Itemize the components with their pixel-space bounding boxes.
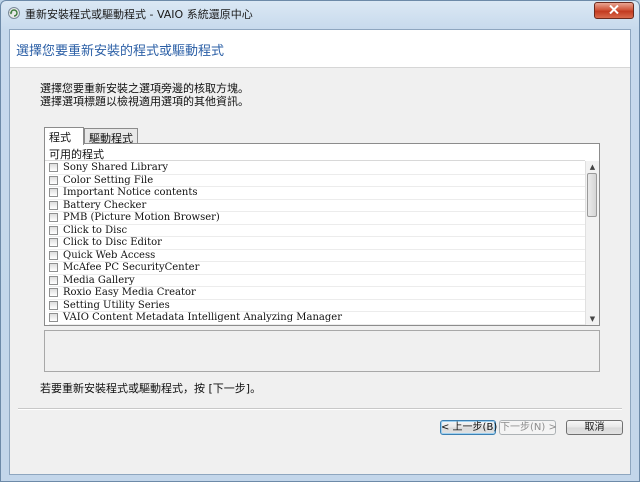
list-item[interactable]: Roxio Easy Media Creator (49, 287, 585, 300)
instruction-line-1: 選擇您要重新安裝之選項旁邊的核取方塊。 (40, 82, 249, 95)
close-icon (609, 4, 619, 17)
scroll-up-arrow-icon[interactable]: ▲ (586, 161, 599, 173)
header-banner: 選擇您要重新安裝的程式或驅動程式 (10, 30, 630, 68)
list-item[interactable]: Important Notice contents (49, 187, 585, 200)
tab-programs[interactable]: 程式 (44, 127, 84, 145)
list-item[interactable]: Media Gallery (49, 275, 585, 287)
item-label[interactable]: Important Notice contents (63, 187, 198, 199)
dialog-client-area: 選擇您要重新安裝的程式或驅動程式 選擇您要重新安裝之選項旁邊的核取方塊。 選擇選… (9, 29, 631, 475)
item-label[interactable]: Click to Disc (63, 225, 127, 237)
program-list: Sony Shared Library Color Setting File I… (49, 162, 585, 325)
list-item[interactable]: Click to Disc Editor (49, 237, 585, 250)
item-checkbox[interactable] (49, 200, 58, 210)
item-label[interactable]: Quick Web Access (63, 250, 155, 262)
page-title: 選擇您要重新安裝的程式或驅動程式 (16, 44, 225, 59)
vaio-app-icon (7, 6, 21, 20)
item-label[interactable]: Sony Shared Library (63, 162, 168, 174)
item-label[interactable]: Setting Utility Series (63, 300, 170, 312)
next-button[interactable]: 下一步(N) > (499, 420, 557, 435)
list-item[interactable]: Quick Web Access (49, 250, 585, 262)
item-checkbox[interactable] (49, 175, 58, 185)
item-label[interactable]: PMB (Picture Motion Browser) (63, 212, 220, 224)
item-label[interactable]: Media Gallery (63, 275, 135, 287)
list-item[interactable]: Setting Utility Series (49, 300, 585, 312)
list-item[interactable]: Sony Shared Library (49, 162, 585, 175)
item-checkbox[interactable] (49, 250, 58, 260)
list-item[interactable]: Color Setting File (49, 175, 585, 187)
list-item[interactable]: Battery Checker (49, 200, 585, 212)
item-checkbox[interactable] (49, 188, 58, 197)
list-header-divider (45, 160, 585, 161)
item-checkbox[interactable] (49, 225, 58, 235)
instructions: 選擇您要重新安裝之選項旁邊的核取方塊。 選擇選項標題以檢視適用選項的其他資訊。 (40, 82, 249, 108)
list-scrollbar[interactable]: ▲ ▼ (585, 161, 599, 325)
item-label[interactable]: McAfee PC SecurityCenter (63, 262, 199, 274)
cancel-button[interactable]: 取消 (566, 420, 623, 435)
item-label[interactable]: Click to Disc Editor (63, 237, 162, 249)
title-bar[interactable]: 重新安裝程式或驅動程式 - VAIO 系統還原中心 (1, 1, 639, 25)
footer-divider (18, 408, 622, 410)
tab-drivers[interactable]: 驅動程式 (84, 128, 138, 145)
list-item[interactable]: VAIO Content Metadata Intelligent Analyz… (49, 312, 585, 325)
scroll-thumb[interactable] (587, 173, 597, 217)
item-label[interactable]: Roxio Easy Media Creator (63, 287, 196, 299)
back-button[interactable]: < 上一步(B) (440, 420, 497, 435)
instruction-line-2: 選擇選項標題以檢視適用選項的其他資訊。 (40, 95, 249, 108)
item-label[interactable]: Battery Checker (63, 200, 146, 212)
item-label[interactable]: Color Setting File (63, 175, 153, 187)
item-checkbox[interactable] (49, 238, 58, 247)
list-item[interactable]: Click to Disc (49, 225, 585, 237)
program-list-panel: 可用的程式 Sony Shared Library Color Setting … (44, 143, 600, 326)
close-button[interactable] (594, 2, 634, 19)
item-description-box (44, 330, 600, 372)
footer-note: 若要重新安裝程式或驅動程式，按 [下一步]。 (40, 382, 262, 395)
item-checkbox[interactable] (49, 263, 58, 272)
item-label[interactable]: VAIO Content Metadata Intelligent Analyz… (63, 312, 342, 324)
dialog-window: 重新安裝程式或驅動程式 - VAIO 系統還原中心 選擇您要重新安裝的程式或驅動… (0, 0, 640, 482)
item-checkbox[interactable] (49, 213, 58, 222)
window-title: 重新安裝程式或驅動程式 - VAIO 系統還原中心 (25, 8, 253, 21)
item-checkbox[interactable] (49, 313, 58, 322)
item-checkbox[interactable] (49, 275, 58, 285)
item-checkbox[interactable] (49, 300, 58, 310)
list-item[interactable]: McAfee PC SecurityCenter (49, 262, 585, 275)
list-item[interactable]: PMB (Picture Motion Browser) (49, 212, 585, 225)
item-checkbox[interactable] (49, 163, 58, 172)
scroll-down-arrow-icon[interactable]: ▼ (586, 313, 599, 325)
item-checkbox[interactable] (49, 288, 58, 297)
